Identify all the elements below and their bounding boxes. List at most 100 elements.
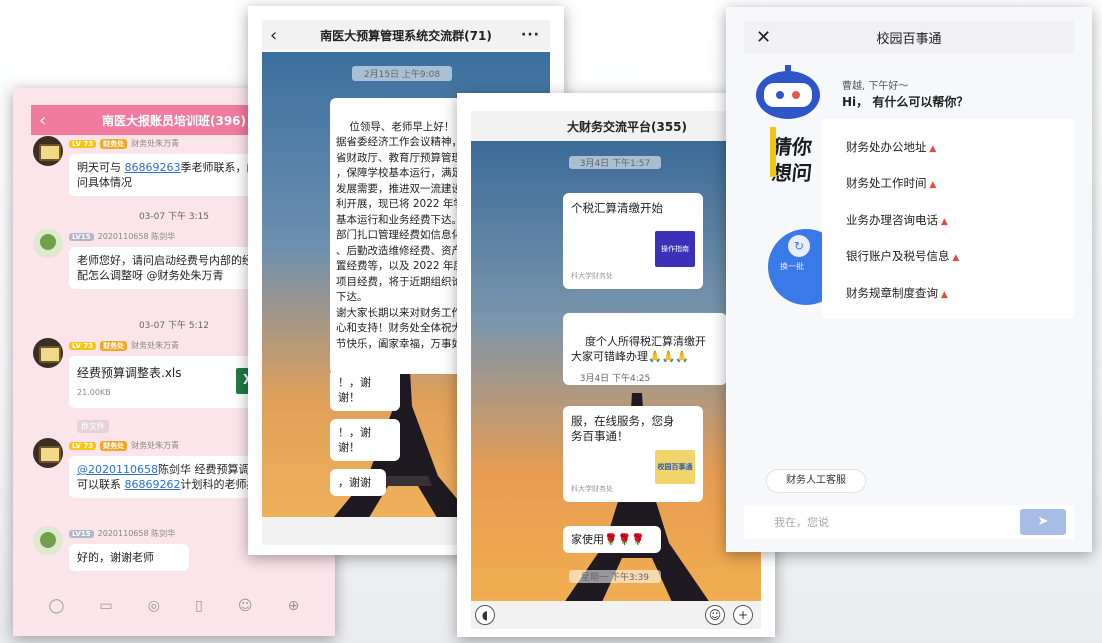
- message-bubble[interactable]: 明天可与 86869263季老师联系，问问具体情况: [69, 154, 274, 196]
- refresh-icon[interactable]: ↻: [788, 235, 810, 257]
- faq-item-label: 银行账户及税号信息: [846, 249, 950, 263]
- human-service-button[interactable]: 财务人工客服: [766, 469, 866, 493]
- message-text: 明天可与: [77, 161, 125, 174]
- reply-bubble[interactable]: ！，谢谢！: [330, 419, 400, 461]
- camera-icon[interactable]: ◎: [148, 598, 160, 614]
- refresh-label[interactable]: 换一批: [780, 261, 804, 272]
- avatar[interactable]: [33, 136, 63, 166]
- phone-screenshot-campus-assistant: ✕ 校园百事通 曹越, 下午好～ Hi， 有什么可以帮你？ 猜你 想问 ↻ 换一…: [726, 7, 1092, 552]
- input-toolbar: ◯ ▭ ◎ ▯ ☺ ⊕: [31, 592, 317, 620]
- message-text: 位领导、老师早上好！ 据省委经济工作会议精神，落 省财政厅、教育厅预算管理要 ，…: [336, 120, 474, 350]
- message-text: 度个人所得税汇算清缴开 大家可错峰办理🙏🙏🙏: [571, 335, 706, 363]
- sender-name: 2020110658 陈剑华: [97, 232, 176, 241]
- timestamp: 2月15日 上午9:08: [352, 66, 452, 81]
- hot-icon: ▲: [938, 217, 948, 227]
- back-icon[interactable]: ‹: [270, 25, 277, 46]
- plus-icon[interactable]: ⊕: [288, 598, 300, 614]
- hot-icon: ▲: [949, 253, 960, 263]
- chat-input[interactable]: 我在，您说: [774, 514, 829, 530]
- plus-icon[interactable]: +: [733, 605, 753, 625]
- chat-header: ‹ 南医大预算管理系统交流群(71) ···: [262, 20, 550, 50]
- guess-label-a: 猜你: [770, 135, 814, 159]
- chat-header: 大财务交流平台(355) ···: [471, 111, 761, 141]
- sender-name: 2020110658 陈剑华: [97, 529, 176, 538]
- message-text: ，谢谢: [338, 476, 371, 489]
- chat-input-bar: 我在，您说 ➤: [744, 505, 1074, 539]
- link-card[interactable]: 服，在线服务，您身 务百事通！ 校园百事通 科大学财务处: [563, 406, 703, 502]
- faq-item-label: 财务处工作时间: [846, 176, 927, 190]
- sender-meta: LV15 2020110658 陈剑华: [69, 231, 175, 242]
- level-badge: LV15: [69, 529, 94, 538]
- voice-icon[interactable]: ◯: [49, 598, 65, 614]
- sender-meta: LV 73 财务处 财务处朱万青: [69, 440, 179, 451]
- card-source: 科大学财务处: [571, 272, 613, 280]
- card-title: 个税汇算清缴开始: [571, 201, 663, 215]
- faq-item-label: 财务处办公地址: [846, 140, 927, 154]
- hot-icon: ▲: [926, 180, 937, 190]
- guide-thumbnail: 操作指南: [655, 231, 695, 267]
- message-bubble[interactable]: 好的，谢谢老师: [69, 544, 189, 571]
- faq-item[interactable]: 财务处办公地址 ▲: [846, 139, 936, 155]
- level-badge: LV15: [69, 232, 94, 241]
- file-message[interactable]: 经费预算调整表.xls 21.00KB X: [69, 356, 274, 408]
- more-icon[interactable]: ···: [521, 27, 540, 43]
- reply-bubble[interactable]: ！，谢谢！: [330, 369, 400, 411]
- emoji-icon[interactable]: ☺: [238, 598, 253, 614]
- avatar[interactable]: [33, 338, 63, 368]
- faq-item[interactable]: 财务规章制度查询 ▲: [846, 285, 948, 301]
- role-badge: 财务处: [100, 138, 128, 149]
- sender-name: 财务处朱万青: [131, 139, 180, 148]
- sender-meta: LV 73 财务处 财务处朱万青: [69, 138, 179, 149]
- message-bubble[interactable]: 家使用🌹🌹🌹: [563, 526, 661, 553]
- bottom-input-bar: ◖ ☺ +: [471, 601, 761, 629]
- hot-icon: ▲: [938, 290, 948, 300]
- phone-link[interactable]: 86869262: [125, 478, 181, 491]
- send-button[interactable]: ➤: [1020, 509, 1066, 535]
- role-badge: 财务处: [100, 440, 128, 451]
- chat-title: 南医大预算管理系统交流群(71): [320, 28, 492, 43]
- voice-icon[interactable]: ◖: [475, 605, 495, 625]
- sender-name: 财务处朱万青: [131, 341, 180, 350]
- hot-icon: ▲: [926, 144, 937, 154]
- role-badge: 财务处: [100, 340, 128, 351]
- timestamp: 3月4日 下午4:25: [569, 371, 661, 384]
- back-icon[interactable]: ‹: [39, 110, 46, 131]
- phone-link[interactable]: 86869263: [125, 161, 181, 174]
- card-source: 科大学财务处: [571, 485, 613, 493]
- timestamp: 3月4日 下午1:57: [569, 156, 661, 169]
- redpacket-icon[interactable]: ▯: [195, 598, 203, 614]
- sender-meta: LV15 2020110658 陈剑华: [69, 528, 175, 539]
- reply-bubble[interactable]: ，谢谢: [330, 469, 386, 496]
- level-badge: LV 73: [69, 341, 97, 350]
- level-badge: LV 73: [69, 139, 97, 148]
- chat-title: 大财务交流平台(355): [567, 119, 688, 134]
- avatar[interactable]: [33, 526, 63, 556]
- faq-item[interactable]: 财务处工作时间 ▲: [846, 175, 936, 191]
- message-text: ！，谢谢！: [338, 426, 371, 454]
- message-text: ！，谢谢！: [338, 376, 371, 404]
- avatar[interactable]: [33, 228, 63, 258]
- faq-item[interactable]: 业务办理咨询电话 ▲: [846, 212, 948, 228]
- sender-meta: LV 73 财务处 财务处朱万青: [69, 340, 179, 351]
- sender-name: 财务处朱万青: [131, 441, 180, 450]
- message-text: 好的，谢谢老师: [77, 551, 154, 564]
- link-card[interactable]: 个税汇算清缴开始 操作指南 科大学财务处: [563, 193, 703, 289]
- guess-label-b: 想问: [770, 161, 814, 185]
- level-badge: LV 73: [69, 441, 97, 450]
- recall-tag: 群文件: [77, 420, 109, 433]
- faq-item-label: 财务规章制度查询: [846, 286, 938, 300]
- message-text: 老师您好，请问启动经费号内部的经费分配怎么调整呀 @财务处朱万青: [77, 254, 275, 282]
- mention-link[interactable]: @2020110658: [77, 463, 158, 476]
- robot-mascot-icon: [756, 65, 820, 119]
- emoji-icon[interactable]: ☺: [705, 605, 725, 625]
- guess-accent: [770, 127, 776, 177]
- service-thumbnail: 校园百事通: [655, 450, 695, 484]
- timestamp: 星期一 下午3:39: [569, 570, 661, 583]
- image-icon[interactable]: ▭: [99, 598, 112, 614]
- card-title: 服，在线服务，您身 务百事通！: [571, 414, 675, 443]
- avatar[interactable]: [33, 438, 63, 468]
- assistant-title: 校园百事通: [876, 31, 942, 47]
- faq-item[interactable]: 银行账户及税号信息 ▲: [846, 248, 959, 264]
- close-icon[interactable]: ✕: [756, 27, 771, 48]
- faq-item-label: 业务办理咨询电话: [846, 213, 938, 227]
